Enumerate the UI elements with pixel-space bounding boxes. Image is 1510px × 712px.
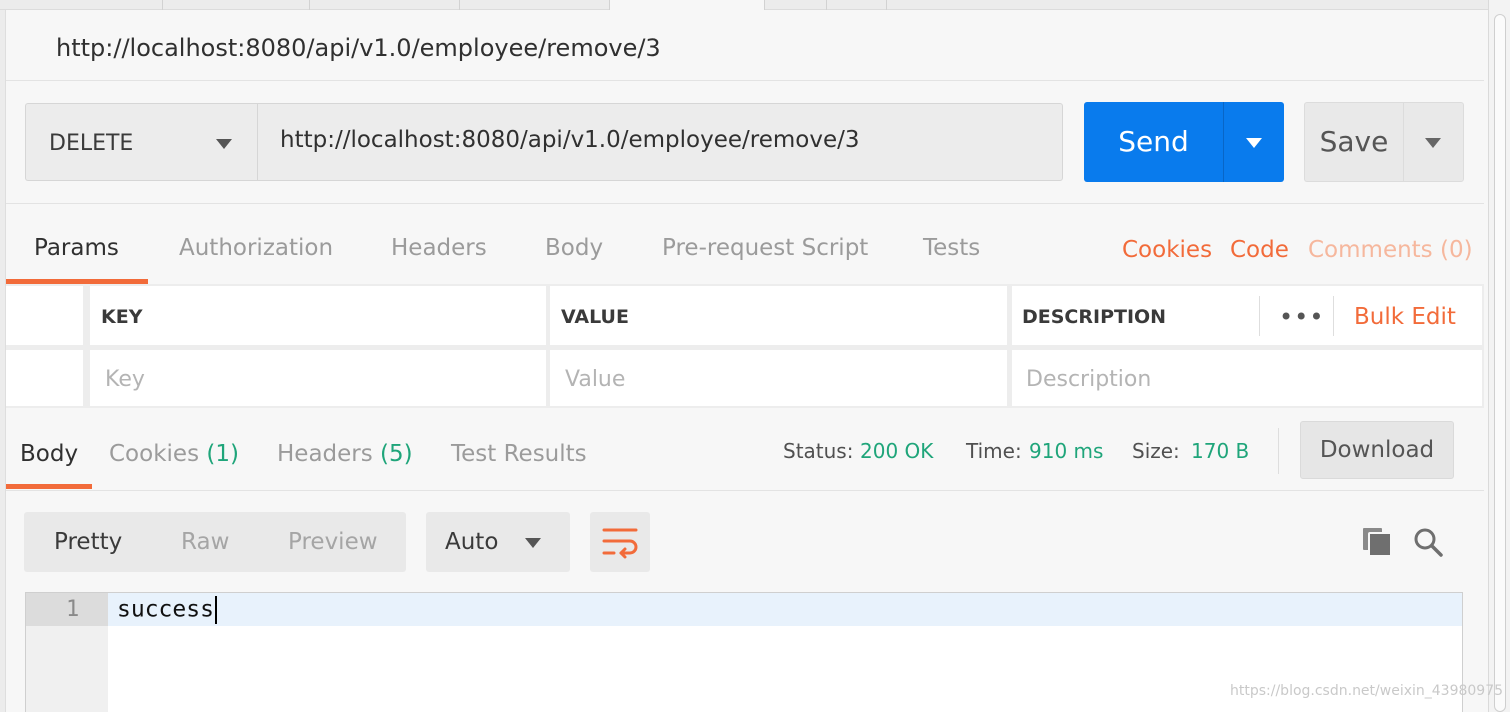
- wrap-lines-icon: [602, 528, 638, 559]
- response-tab-cookies[interactable]: Cookies (1): [109, 441, 239, 467]
- more-options-icon[interactable]: •••: [1279, 303, 1324, 331]
- view-mode-group: Pretty Raw Preview: [24, 512, 406, 572]
- response-tab-headers[interactable]: Headers (5): [277, 441, 413, 467]
- divider: [6, 490, 1484, 491]
- wrap-lines-button[interactable]: [590, 512, 650, 572]
- chevron-down-icon: [216, 139, 232, 149]
- download-button[interactable]: Download: [1300, 421, 1454, 479]
- column-header-key: KEY: [101, 306, 143, 328]
- search-icon[interactable]: [1413, 527, 1443, 557]
- description-input[interactable]: Description: [1026, 367, 1151, 392]
- request-title: http://localhost:8080/api/v1.0/employee/…: [56, 34, 661, 62]
- top-tab[interactable]: [827, 0, 887, 10]
- table-cell: [90, 286, 546, 345]
- response-tab-test-results[interactable]: Test Results: [451, 441, 587, 467]
- url-input[interactable]: http://localhost:8080/api/v1.0/employee/…: [257, 103, 1063, 181]
- size-label: Size:: [1132, 439, 1180, 463]
- save-button[interactable]: Save: [1304, 102, 1403, 182]
- top-tab-strip[interactable]: [0, 0, 1510, 10]
- chevron-down-icon: [525, 538, 541, 548]
- line-number: 1: [66, 597, 80, 622]
- divider: [1333, 296, 1334, 336]
- cookies-link[interactable]: Cookies: [1122, 237, 1212, 263]
- send-button[interactable]: Send: [1084, 102, 1223, 182]
- value-input[interactable]: Value: [565, 367, 625, 392]
- divider: [6, 203, 1484, 204]
- preview-button[interactable]: Preview: [288, 529, 378, 555]
- table-cell: [6, 286, 83, 345]
- bulk-edit-link[interactable]: Bulk Edit: [1354, 304, 1456, 330]
- top-tab[interactable]: [163, 0, 310, 10]
- scrollbar[interactable]: [1488, 0, 1510, 712]
- code-link[interactable]: Code: [1230, 237, 1289, 263]
- tab-headers[interactable]: Headers: [391, 235, 487, 261]
- tab-body[interactable]: Body: [545, 235, 603, 261]
- text-cursor: [214, 596, 217, 624]
- top-tab-active[interactable]: [610, 0, 765, 10]
- table-cell: [6, 350, 83, 406]
- format-select[interactable]: Auto: [426, 512, 570, 572]
- chevron-down-icon: [1246, 138, 1262, 148]
- divider: [1278, 428, 1279, 474]
- response-text: success: [117, 596, 214, 623]
- active-line-highlight: [26, 593, 1462, 626]
- copy-icon[interactable]: [1362, 527, 1392, 557]
- size-value[interactable]: 170 B: [1191, 439, 1249, 463]
- top-tab[interactable]: [310, 0, 460, 10]
- top-tab[interactable]: [0, 0, 163, 10]
- watermark: https://blog.csdn.net/weixin_43980975: [1230, 683, 1504, 699]
- response-tab-body[interactable]: Body: [20, 441, 78, 467]
- key-input-cell[interactable]: [90, 350, 546, 406]
- save-options-button[interactable]: [1403, 102, 1464, 182]
- pretty-button[interactable]: Pretty: [54, 529, 122, 555]
- raw-button[interactable]: Raw: [181, 529, 229, 555]
- tab-authorization[interactable]: Authorization: [179, 235, 333, 261]
- tab-pre-request-script[interactable]: Pre-request Script: [662, 235, 868, 261]
- comments-link[interactable]: Comments (0): [1308, 237, 1473, 263]
- tab-label: Headers: [277, 441, 373, 467]
- response-line[interactable]: success: [117, 596, 217, 624]
- column-header-value: VALUE: [561, 306, 629, 328]
- active-tab-indicator: [6, 484, 92, 489]
- scrollbar-thumb[interactable]: [1494, 14, 1506, 712]
- time-value[interactable]: 910 ms: [1029, 439, 1103, 463]
- status-value[interactable]: 200 OK: [860, 439, 933, 463]
- chevron-down-icon: [1425, 138, 1441, 148]
- tab-params[interactable]: Params: [34, 235, 119, 261]
- method-select[interactable]: DELETE: [25, 103, 257, 181]
- key-input[interactable]: Key: [105, 367, 145, 392]
- headers-count: (5): [380, 441, 413, 467]
- cookies-count: (1): [206, 441, 239, 467]
- format-label: Auto: [445, 529, 499, 555]
- time-label: Time:: [966, 439, 1022, 463]
- status-label: Status:: [783, 439, 854, 463]
- column-header-description: DESCRIPTION: [1022, 306, 1167, 328]
- top-tab[interactable]: [460, 0, 610, 10]
- top-tab[interactable]: [765, 0, 827, 10]
- tab-label: Cookies: [109, 441, 200, 467]
- method-label: DELETE: [49, 131, 134, 156]
- divider: [6, 80, 1484, 81]
- send-options-button[interactable]: [1223, 102, 1284, 182]
- tab-tests[interactable]: Tests: [923, 235, 980, 261]
- divider: [1259, 296, 1260, 336]
